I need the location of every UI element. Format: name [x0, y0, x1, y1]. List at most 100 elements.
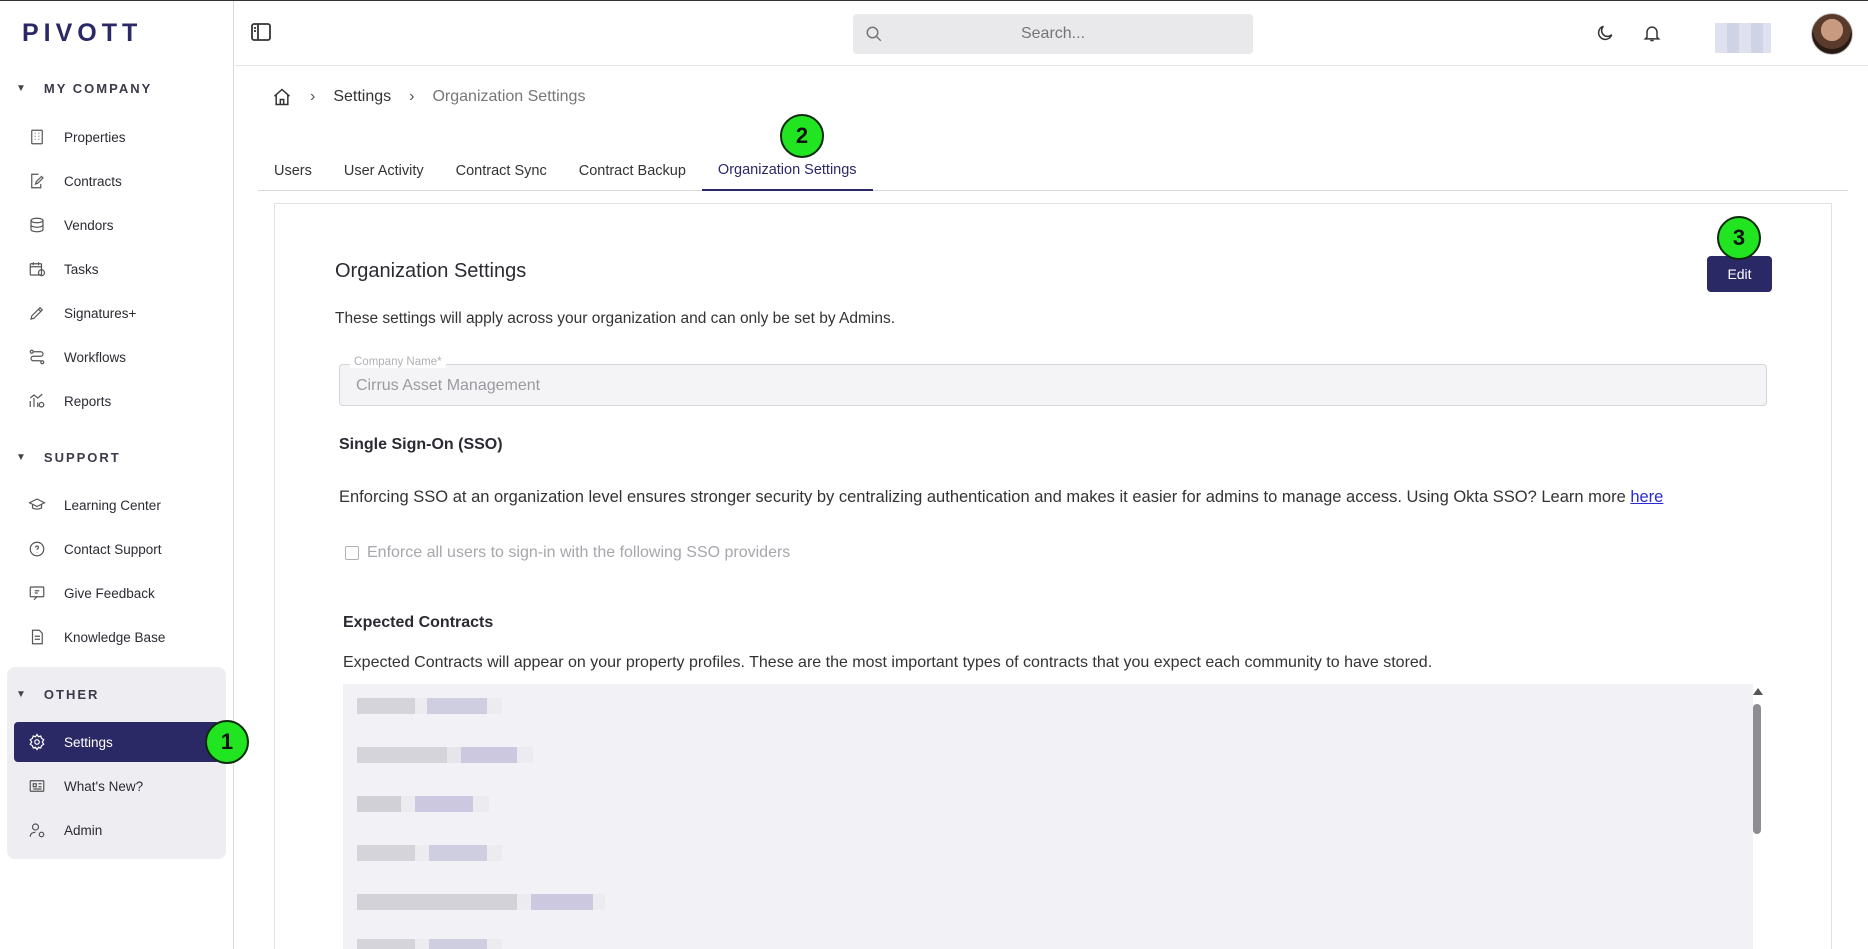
signature-icon: [30, 306, 44, 320]
sidebar-item-learning-center[interactable]: Learning Center: [14, 485, 214, 525]
notifications-button[interactable]: [1642, 23, 1662, 43]
user-admin-icon: [29, 823, 45, 838]
organization-settings-panel: Organization Settings Edit 3 These setti…: [274, 203, 1832, 949]
sso-heading: Single Sign-On (SSO): [339, 436, 503, 453]
page-title: Organization Settings: [335, 260, 527, 282]
caret-down-icon: ▼: [16, 83, 28, 94]
tab-user-activity[interactable]: User Activity: [328, 151, 440, 191]
sidebar-item-properties[interactable]: Properties: [14, 117, 214, 157]
sidebar-item-tasks[interactable]: Tasks: [14, 249, 214, 289]
sidebar-item-label: Workflows: [64, 349, 127, 365]
caret-down-icon: ▼: [16, 689, 28, 700]
sidebar-item-label: Admin: [64, 822, 103, 838]
scroll-up-arrow-icon[interactable]: [1753, 688, 1763, 695]
database-icon: [30, 217, 44, 233]
expected-contracts-list[interactable]: [343, 684, 1753, 949]
enforce-sso-checkbox-row[interactable]: Enforce all users to sign-in with the fo…: [345, 544, 790, 562]
list-item-redacted[interactable]: [357, 939, 502, 949]
sidebar-item-label: Give Feedback: [64, 585, 155, 601]
list-item-redacted[interactable]: [357, 894, 605, 910]
sidebar: PIVOTT ▼ MY COMPANY Properties Contracts…: [0, 1, 249, 949]
expected-contracts-heading: Expected Contracts: [343, 614, 494, 631]
edit-button[interactable]: Edit: [1707, 256, 1772, 292]
list-item-redacted[interactable]: [357, 845, 502, 861]
sidebar-item-contracts[interactable]: Contracts: [14, 161, 214, 201]
tab-users[interactable]: Users: [258, 151, 328, 191]
avatar[interactable]: [1811, 13, 1853, 55]
tab-bar: Users User Activity Contract Sync Contra…: [258, 151, 1848, 191]
sidebar-item-reports[interactable]: Reports: [14, 381, 214, 421]
sidebar-item-label: Vendors: [64, 217, 114, 233]
section-title: MY COMPANY: [43, 81, 153, 96]
gear-icon: [29, 733, 45, 751]
feedback-icon: [29, 586, 45, 601]
enforce-sso-checkbox[interactable]: [345, 546, 359, 560]
sidebar-item-admin[interactable]: Admin: [14, 810, 214, 850]
enforce-sso-label: Enforce all users to sign-in with the fo…: [367, 544, 791, 561]
company-name-value: Cirrus Asset Management: [356, 377, 541, 394]
search-icon: [866, 26, 882, 42]
dark-mode-toggle[interactable]: [1595, 23, 1615, 43]
company-name-field[interactable]: Company Name* Cirrus Asset Management: [339, 356, 1767, 406]
bell-icon: [1643, 26, 1661, 42]
sidebar-item-label: What's New?: [64, 778, 144, 794]
breadcrumb: › Settings › Organization Settings: [272, 87, 585, 107]
sidebar-item-label: Knowledge Base: [64, 629, 166, 645]
sidebar-toggle-icon[interactable]: [251, 23, 271, 41]
home-icon[interactable]: [272, 87, 292, 107]
topbar: [235, 1, 1868, 66]
sidebar-item-whats-new[interactable]: What's New?: [14, 766, 214, 806]
company-name-label: Company Name*: [350, 356, 446, 368]
sidebar-item-label: Settings: [64, 734, 113, 750]
list-item-redacted[interactable]: [357, 747, 533, 763]
sso-description-text: Enforcing SSO at an organization level e…: [339, 488, 1631, 506]
list-scrollbar[interactable]: [1751, 684, 1763, 949]
expected-contracts-description: Expected Contracts will appear on your p…: [343, 654, 1433, 671]
okta-learn-more-link[interactable]: here: [1630, 488, 1663, 506]
graduation-cap-icon: [28, 498, 46, 510]
sidebar-item-give-feedback[interactable]: Give Feedback: [14, 573, 214, 613]
sidebar-item-workflows[interactable]: Workflows: [14, 337, 214, 377]
section-my-company[interactable]: ▼ MY COMPANY: [16, 81, 152, 96]
annotation-marker-3: 3: [1717, 216, 1761, 260]
search-bar[interactable]: [853, 14, 1253, 54]
newspaper-icon: [29, 780, 45, 792]
section-support[interactable]: ▼ SUPPORT: [16, 450, 121, 465]
sidebar-item-label: Signatures+: [64, 305, 137, 321]
section-title: OTHER: [43, 687, 100, 702]
sidebar-item-signatures[interactable]: Signatures+: [14, 293, 214, 333]
tab-contract-backup[interactable]: Contract Backup: [563, 151, 702, 191]
sidebar-item-settings[interactable]: Settings: [14, 722, 220, 762]
search-input[interactable]: [883, 25, 1253, 43]
sidebar-item-vendors[interactable]: Vendors: [14, 205, 214, 245]
tab-contract-sync[interactable]: Contract Sync: [440, 151, 563, 191]
breadcrumb-settings[interactable]: Settings: [333, 88, 391, 106]
logo: PIVOTT: [22, 19, 143, 47]
chart-gear-icon: [29, 393, 45, 408]
section-other[interactable]: ▼ OTHER: [16, 687, 99, 702]
sidebar-item-label: Contact Support: [64, 541, 162, 557]
list-item-redacted[interactable]: [357, 698, 502, 714]
caret-down-icon: ▼: [16, 452, 28, 463]
tab-organization-settings[interactable]: Organization Settings: [701, 151, 873, 191]
calendar-clock-icon: [29, 262, 46, 277]
app-window: PIVOTT ▼ MY COMPANY Properties Contracts…: [0, 0, 1868, 949]
sidebar-item-label: Reports: [64, 393, 112, 409]
user-name-redacted[interactable]: [1715, 23, 1771, 53]
sidebar-item-label: Learning Center: [64, 497, 161, 513]
sidebar-item-contact-support[interactable]: Contact Support: [14, 529, 214, 569]
sso-description: Enforcing SSO at an organization level e…: [339, 488, 1663, 507]
chevron-right-icon: ›: [409, 88, 415, 105]
section-title: SUPPORT: [43, 450, 121, 465]
sidebar-item-label: Contracts: [64, 173, 122, 189]
contract-pen-icon: [31, 173, 44, 189]
sidebar-item-label: Tasks: [64, 261, 99, 277]
sidebar-item-knowledge-base[interactable]: Knowledge Base: [14, 617, 214, 657]
annotation-marker-2: 2: [780, 114, 824, 158]
annotation-marker-1: 1: [205, 720, 249, 764]
list-item-redacted[interactable]: [357, 796, 489, 812]
workflow-icon: [29, 349, 45, 365]
breadcrumb-current: Organization Settings: [432, 88, 586, 105]
scroll-thumb[interactable]: [1753, 704, 1761, 834]
panel-description: These settings will apply across your or…: [335, 310, 896, 327]
